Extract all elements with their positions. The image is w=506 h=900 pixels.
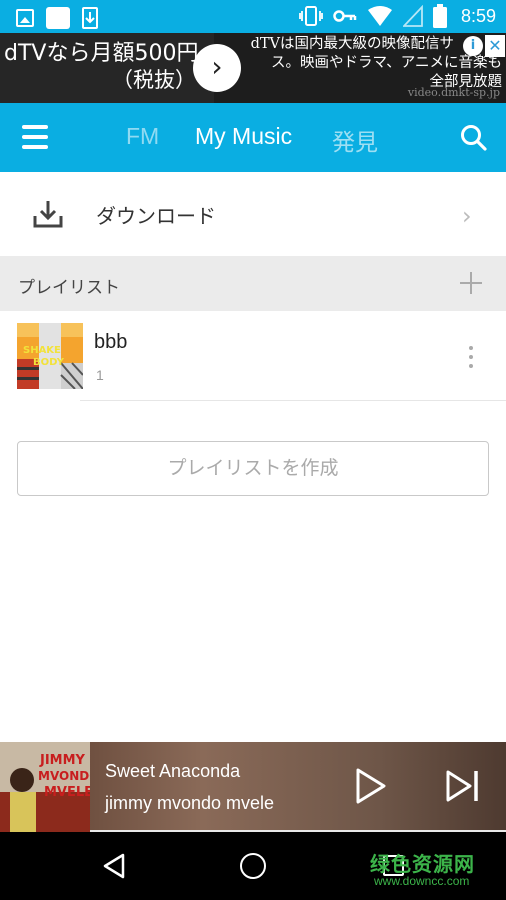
playlist-header-label: プレイリスト <box>18 278 120 298</box>
create-playlist-button[interactable]: プレイリストを作成 <box>17 441 489 496</box>
wifi-icon: ! <box>367 6 392 27</box>
divider <box>80 400 506 401</box>
add-playlist-icon[interactable] <box>460 272 482 294</box>
mini-player[interactable]: JIMMY MVONDO MVELE Sweet Anaconda jimmy … <box>0 742 506 832</box>
more-vert-icon[interactable] <box>469 346 475 373</box>
download-icon <box>33 201 63 228</box>
tab-fm[interactable]: FM <box>126 123 159 150</box>
playlist-track-count: 1 <box>96 367 104 383</box>
svg-text:JIMMY: JIMMY <box>39 753 86 768</box>
playlist-header: プレイリスト <box>0 256 506 311</box>
ad-info-icon[interactable]: i <box>463 36 483 56</box>
signal-icon <box>402 5 423 27</box>
track-title: Sweet Anaconda <box>105 761 241 781</box>
watermark-text: 绿色资源网 <box>370 852 475 876</box>
status-bar: ! 8:59 <box>0 0 506 33</box>
svg-text:SHAKE: SHAKE <box>23 345 61 356</box>
watermark-url: www.downcc.com <box>374 874 470 888</box>
ad-headline: dTVなら月額500円 <box>4 41 199 66</box>
play-icon[interactable] <box>352 766 388 806</box>
album-art: JIMMY MVONDO MVELE <box>0 742 90 832</box>
home-icon[interactable] <box>240 853 266 879</box>
menu-icon[interactable] <box>22 125 48 149</box>
ad-body-line: ス。映画やドラマ、アニメに音楽も <box>271 55 502 71</box>
svg-text:BODY: BODY <box>33 357 65 368</box>
download-notification-icon <box>82 7 98 29</box>
ad-left-panel[interactable]: dTVなら月額500円 （税抜） <box>0 33 214 103</box>
chevron-right-icon: › <box>462 202 472 230</box>
svg-text:!: ! <box>384 18 389 27</box>
ad-close-icon[interactable]: ✕ <box>485 35 505 57</box>
track-artist: jimmy mvondo mvele <box>105 793 275 813</box>
ad-domain: video.dmkt-sp.jp <box>407 86 500 99</box>
playlist-item[interactable]: SHAKE BODY bbb 1 <box>0 311 506 401</box>
back-icon[interactable] <box>102 853 126 879</box>
ad-headline-sub: （税抜） <box>112 68 196 92</box>
download-row[interactable]: ダウンロード › <box>0 172 506 256</box>
search-icon[interactable] <box>460 124 488 152</box>
svg-text:MVELE: MVELE <box>44 785 90 800</box>
playlist-name: bbb <box>94 331 128 353</box>
top-navbar: FM My Music 発見 <box>0 103 506 172</box>
ad-banner[interactable]: dTVなら月額500円 （税抜） › dTVは国内最大級の映像配信サ ス。映画や… <box>0 33 506 103</box>
image-icon <box>16 9 34 27</box>
playlist-thumbnail: SHAKE BODY <box>17 323 83 389</box>
ad-open-arrow-icon[interactable]: › <box>193 44 241 92</box>
key-icon <box>333 10 357 22</box>
svg-text:MVONDO: MVONDO <box>38 769 90 783</box>
status-time: 8:59 <box>460 5 496 26</box>
tab-my-music[interactable]: My Music <box>195 123 292 150</box>
tab-discover[interactable]: 発見 <box>332 123 378 157</box>
skip-next-icon[interactable] <box>444 768 480 804</box>
app-square-icon <box>46 7 70 29</box>
battery-icon <box>432 4 447 28</box>
download-label: ダウンロード <box>96 204 216 228</box>
vibrate-icon <box>299 6 323 26</box>
